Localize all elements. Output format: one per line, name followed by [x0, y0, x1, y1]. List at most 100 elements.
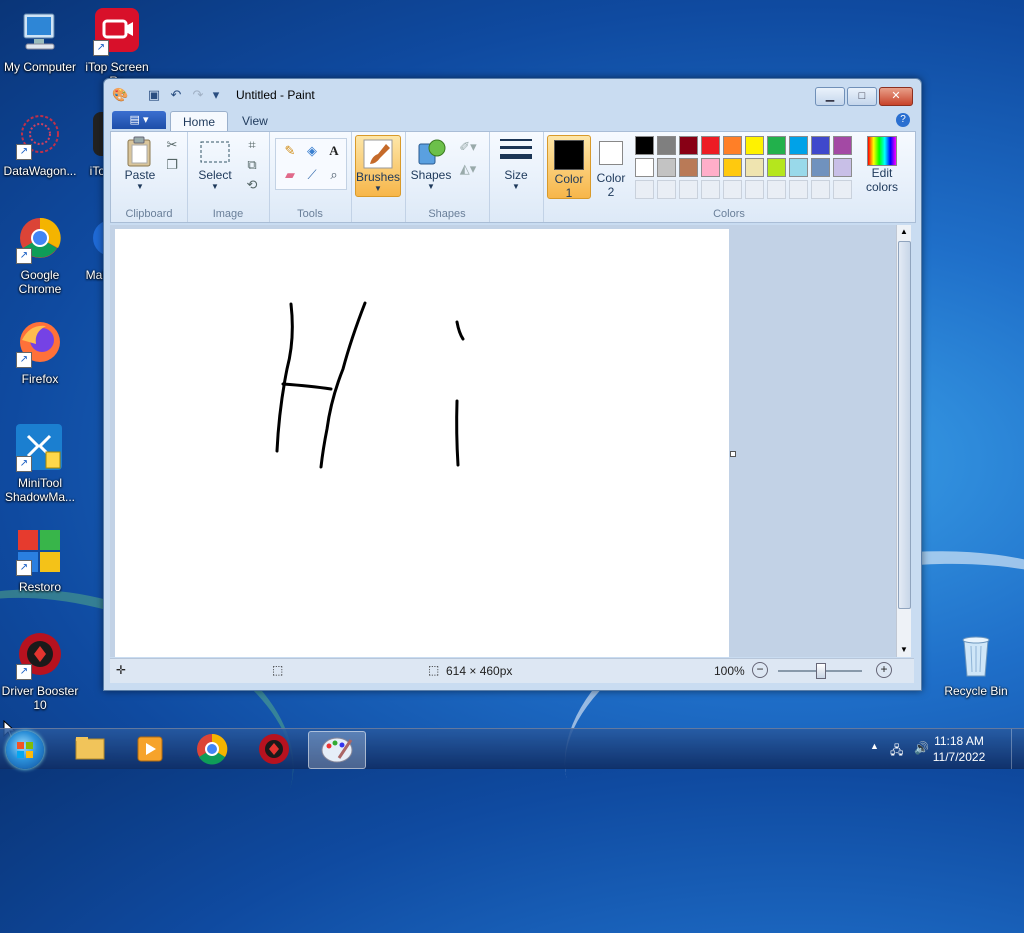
- show-hidden-icons[interactable]: ▲: [870, 741, 879, 751]
- colors-group: Color 1 Color 2 Edit colors Colors: [543, 132, 915, 222]
- scroll-down-icon[interactable]: ▼: [897, 643, 911, 657]
- color-swatch[interactable]: [833, 136, 852, 155]
- desktop-icon-itop-screen-recorder[interactable]: ↗ iTop Screen Re: [77, 8, 157, 88]
- eraser-icon[interactable]: ▰: [281, 166, 299, 184]
- shortcut-arrow-icon: ↗: [16, 352, 32, 368]
- desktop-icon-datawagon[interactable]: ↗ DataWagon...: [0, 112, 80, 178]
- title-bar[interactable]: 🎨 ▣ ↶ ↷ ▾ Untitled - Paint ▁ □ ✕: [104, 79, 921, 109]
- color-swatch[interactable]: [701, 136, 720, 155]
- desktop-icon-malware[interactable]: Mal: [77, 216, 105, 282]
- brushes-button[interactable]: Brushes ▼: [355, 135, 401, 197]
- start-button[interactable]: [6, 731, 44, 769]
- custom-color-slot[interactable]: [789, 180, 808, 199]
- crop-icon[interactable]: ⌗: [243, 136, 261, 154]
- custom-color-slot[interactable]: [635, 180, 654, 199]
- minimize-button[interactable]: ▁: [815, 87, 845, 106]
- scrollbar-thumb[interactable]: [898, 241, 911, 609]
- taskbar-driver-booster[interactable]: [246, 731, 302, 767]
- size-button[interactable]: Size ▼: [495, 136, 537, 191]
- custom-color-slot[interactable]: [811, 180, 830, 199]
- color-swatch[interactable]: [701, 158, 720, 177]
- copy-icon[interactable]: ❐: [163, 156, 181, 174]
- color-swatch[interactable]: [657, 158, 676, 177]
- color1-button[interactable]: Color 1: [547, 135, 591, 200]
- tab-view[interactable]: View: [230, 111, 280, 131]
- customize-quick-access-icon[interactable]: ▾: [208, 87, 224, 103]
- show-desktop-button[interactable]: [1011, 729, 1024, 769]
- desktop-icon-recycle-bin[interactable]: Recycle Bin: [936, 632, 1016, 698]
- desktop-icon-google-chrome[interactable]: ↗ Google Chrome: [0, 216, 80, 296]
- taskbar-explorer[interactable]: [62, 731, 118, 767]
- taskbar-media-player[interactable]: [122, 731, 178, 767]
- scroll-up-icon[interactable]: ▲: [897, 225, 911, 239]
- zoom-in-button[interactable]: +: [876, 662, 892, 678]
- color-swatch[interactable]: [767, 158, 786, 177]
- desktop-icon-driver-booster[interactable]: ↗ Driver Booster 10: [0, 632, 80, 712]
- desktop-icon-itop[interactable]: iTo: [77, 112, 105, 178]
- system-clock[interactable]: 11:18 AM 11/7/2022: [924, 733, 994, 765]
- zoom-slider-thumb[interactable]: [816, 663, 826, 679]
- help-icon[interactable]: ?: [896, 113, 910, 127]
- undo-icon[interactable]: ↶: [168, 87, 184, 103]
- color-swatch[interactable]: [679, 136, 698, 155]
- zoom-out-button[interactable]: −: [752, 662, 768, 678]
- shapes-button[interactable]: Shapes ▼: [409, 136, 453, 191]
- color-swatch[interactable]: [635, 158, 654, 177]
- color-picker-icon[interactable]: ⟋: [303, 166, 321, 184]
- network-icon[interactable]: 🖧: [890, 741, 903, 762]
- maximize-button[interactable]: □: [847, 87, 877, 106]
- pencil-icon[interactable]: ✎: [281, 142, 299, 160]
- color-swatch[interactable]: [679, 158, 698, 177]
- zoom-level: 100%: [714, 664, 745, 678]
- color-swatch[interactable]: [657, 136, 676, 155]
- custom-color-slot[interactable]: [767, 180, 786, 199]
- color-swatch[interactable]: [635, 136, 654, 155]
- custom-color-slot[interactable]: [701, 180, 720, 199]
- custom-color-slot[interactable]: [833, 180, 852, 199]
- color-swatch[interactable]: [811, 136, 830, 155]
- desktop-icon-my-computer[interactable]: My Computer: [0, 8, 80, 74]
- color2-button[interactable]: Color 2: [591, 135, 631, 199]
- color-swatch[interactable]: [767, 136, 786, 155]
- color-swatch[interactable]: [723, 136, 742, 155]
- cut-icon[interactable]: ✂: [163, 136, 181, 154]
- outline-icon[interactable]: ✐▾: [459, 138, 477, 156]
- color-swatch[interactable]: [789, 136, 808, 155]
- taskbar-chrome[interactable]: [184, 731, 240, 767]
- custom-color-slot[interactable]: [657, 180, 676, 199]
- fill-shape-icon[interactable]: ◭▾: [459, 160, 477, 178]
- save-icon[interactable]: ▣: [146, 87, 162, 103]
- custom-color-slot[interactable]: [679, 180, 698, 199]
- paint-app-icon[interactable]: 🎨: [112, 87, 128, 103]
- custom-color-slot[interactable]: [745, 180, 764, 199]
- paste-button[interactable]: Paste ▼: [117, 136, 163, 191]
- taskbar-paint[interactable]: [308, 731, 366, 769]
- rotate-icon[interactable]: ⟲: [243, 176, 261, 194]
- text-icon[interactable]: A: [325, 142, 343, 160]
- paint-menu-button[interactable]: ▤ ▾: [112, 111, 166, 129]
- tab-home[interactable]: Home: [170, 111, 229, 132]
- magnifier-icon[interactable]: ⌕: [325, 166, 343, 184]
- color-swatch[interactable]: [745, 158, 764, 177]
- color-swatch[interactable]: [789, 158, 808, 177]
- drawing-canvas[interactable]: [115, 229, 729, 657]
- desktop-icon-firefox[interactable]: ↗ Firefox: [0, 320, 80, 386]
- close-button[interactable]: ✕: [879, 87, 913, 106]
- paint-window[interactable]: 🎨 ▣ ↶ ↷ ▾ Untitled - Paint ▁ □ ✕ ▤ ▾ Hom…: [103, 78, 922, 691]
- color-swatch[interactable]: [833, 158, 852, 177]
- canvas-resize-handle[interactable]: [730, 451, 736, 457]
- fill-icon[interactable]: ◈: [303, 142, 321, 160]
- canvas-area[interactable]: [110, 225, 896, 657]
- select-button[interactable]: Select ▼: [193, 136, 237, 191]
- desktop-icon-minitool-shadowmaker[interactable]: ↗ MiniTool ShadowMa...: [0, 424, 80, 504]
- color-swatch[interactable]: [811, 158, 830, 177]
- color-swatch[interactable]: [723, 158, 742, 177]
- resize-icon[interactable]: ⧉: [243, 156, 261, 174]
- vertical-scrollbar[interactable]: ▲ ▼: [896, 225, 911, 657]
- edit-colors-button[interactable]: Edit colors: [859, 136, 905, 194]
- redo-icon[interactable]: ↷: [190, 87, 206, 103]
- custom-color-slot[interactable]: [723, 180, 742, 199]
- shortcut-arrow-icon: ↗: [16, 560, 32, 576]
- color-swatch[interactable]: [745, 136, 764, 155]
- desktop-icon-restoro[interactable]: ↗ Restoro: [0, 528, 80, 594]
